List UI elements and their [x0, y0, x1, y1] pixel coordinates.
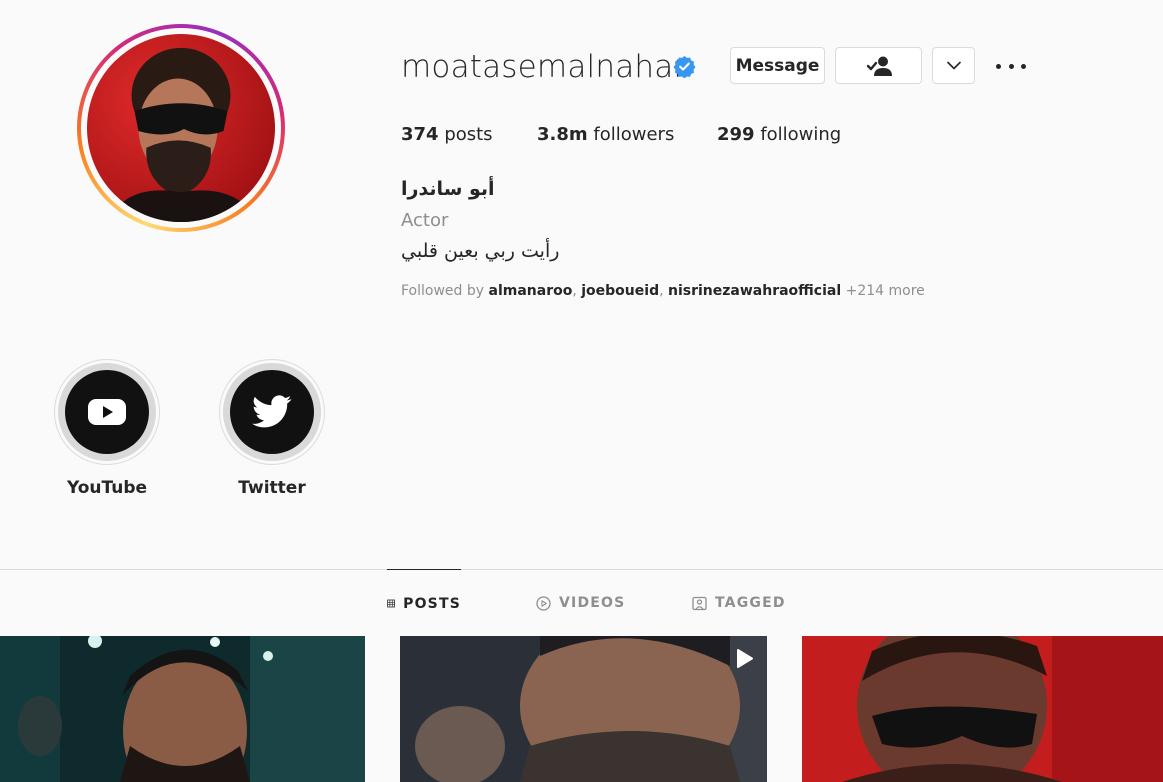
chevron-down-icon	[946, 61, 961, 70]
highlight-youtube[interactable]: YouTube	[54, 359, 160, 498]
tab-label: TAGGED	[715, 595, 786, 611]
followers-link[interactable]: 3.8m followers	[537, 124, 674, 145]
more-options-button[interactable]	[996, 56, 1026, 76]
post-image	[802, 636, 1163, 782]
followers-count-label: followers	[593, 124, 675, 145]
followed-by-user[interactable]: almanaroo	[489, 283, 573, 299]
message-button[interactable]: Message	[730, 47, 825, 84]
followed-by[interactable]: Followed by almanaroo, joeboueid, nisrin…	[401, 283, 925, 299]
post-thumbnail[interactable]	[0, 636, 365, 782]
twitter-icon	[252, 395, 292, 428]
person-check-icon	[866, 56, 892, 76]
bio-category: Actor	[401, 210, 449, 231]
tab-label: VIDEOS	[559, 595, 626, 611]
reel-play-icon	[737, 649, 753, 668]
posts-count: 374 posts	[401, 124, 493, 145]
posts-count-value: 374	[401, 124, 439, 145]
verified-badge-icon	[673, 55, 696, 78]
highlight-label: Twitter	[238, 478, 306, 498]
following-link[interactable]: 299 following	[717, 124, 841, 145]
profile-username: moatasemalnahar	[401, 49, 687, 85]
grid-icon	[387, 599, 395, 608]
post-thumbnail[interactable]	[802, 636, 1163, 782]
tab-label: POSTS	[403, 595, 461, 612]
bio-full-name: أبو ساندرا	[401, 178, 495, 200]
highlight-twitter[interactable]: Twitter	[219, 359, 325, 498]
highlight-label: YouTube	[66, 478, 148, 498]
profile-avatar[interactable]	[77, 24, 285, 232]
followed-by-user[interactable]: nisrinezawahraofficial	[668, 283, 841, 299]
following-count-label: following	[760, 124, 842, 145]
post-thumbnail[interactable]	[400, 636, 767, 782]
followed-by-user[interactable]: joeboueid	[581, 283, 659, 299]
following-count-value: 299	[717, 124, 755, 145]
bio-text: رأيت ربي بعين قلبي	[401, 240, 560, 262]
profile-page: moatasemalnahar Message 374 posts 3.8m f…	[0, 0, 1163, 782]
play-circle-icon	[536, 595, 551, 611]
tab-tagged[interactable]: TAGGED	[692, 569, 786, 637]
post-image	[0, 636, 365, 782]
posts-count-label: posts	[444, 124, 493, 145]
post-image	[400, 636, 767, 782]
followers-count-value: 3.8m	[537, 124, 588, 145]
avatar-photo	[87, 34, 275, 222]
followed-by-more[interactable]: +214 more	[846, 283, 925, 299]
tab-videos[interactable]: VIDEOS	[536, 569, 625, 637]
avatar-image	[87, 34, 275, 222]
suggested-dropdown-button[interactable]	[932, 47, 975, 84]
tab-posts[interactable]: POSTS	[387, 569, 461, 637]
following-button[interactable]	[835, 47, 922, 84]
youtube-icon	[88, 399, 126, 425]
more-horizontal-icon	[996, 63, 1001, 69]
followed-by-prefix: Followed by	[401, 283, 485, 299]
tagged-icon	[692, 596, 707, 610]
